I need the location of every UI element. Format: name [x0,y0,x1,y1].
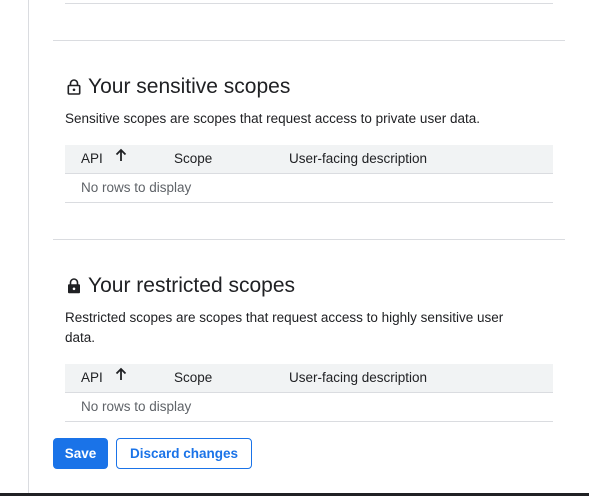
sensitive-scopes-table: API Scope User-facing description No row… [65,145,553,203]
section-divider [53,40,565,41]
lock-filled-icon [65,277,83,295]
restricted-scopes-table: API Scope User-facing description No row… [65,364,553,422]
oauth-scopes-page: Your sensitive scopes Sensitive scopes a… [0,0,589,496]
section-divider [53,239,565,240]
arrow-upward-icon[interactable] [115,144,127,172]
column-header-label: Scope [174,370,213,385]
previous-table-bottom-border [65,3,553,4]
sensitive-scopes-description: Sensitive scopes are scopes that request… [65,111,480,126]
table-header-row: API Scope User-facing description [65,364,553,393]
column-header-label: User-facing description [289,370,428,385]
discard-changes-button[interactable]: Discard changes [116,438,252,469]
table-header-row: API Scope User-facing description [65,145,553,174]
column-header-description[interactable]: User-facing description [289,364,427,392]
column-header-label: API [81,370,103,385]
sensitive-scopes-heading: Your sensitive scopes [65,74,290,100]
column-header-label: User-facing description [289,151,428,166]
column-header-label: Scope [174,151,213,166]
restricted-scopes-description: Restricted scopes are scopes that reques… [65,310,504,345]
arrow-upward-icon[interactable] [115,363,127,391]
left-rail-divider [28,0,29,493]
column-header-label: API [81,151,103,166]
column-header-scope[interactable]: Scope [174,364,212,392]
restricted-scopes-title: Your restricted scopes [88,274,295,297]
column-header-api[interactable]: API [81,145,127,173]
empty-table-message: No rows to display [65,393,553,422]
column-header-scope[interactable]: Scope [174,145,212,173]
empty-table-message: No rows to display [65,174,553,203]
save-button[interactable]: Save [53,438,108,469]
restricted-scopes-heading: Your restricted scopes [65,273,295,299]
column-header-api[interactable]: API [81,364,127,392]
sensitive-scopes-title: Your sensitive scopes [88,75,291,98]
lock-outline-icon [65,78,83,96]
column-header-description[interactable]: User-facing description [289,145,427,173]
